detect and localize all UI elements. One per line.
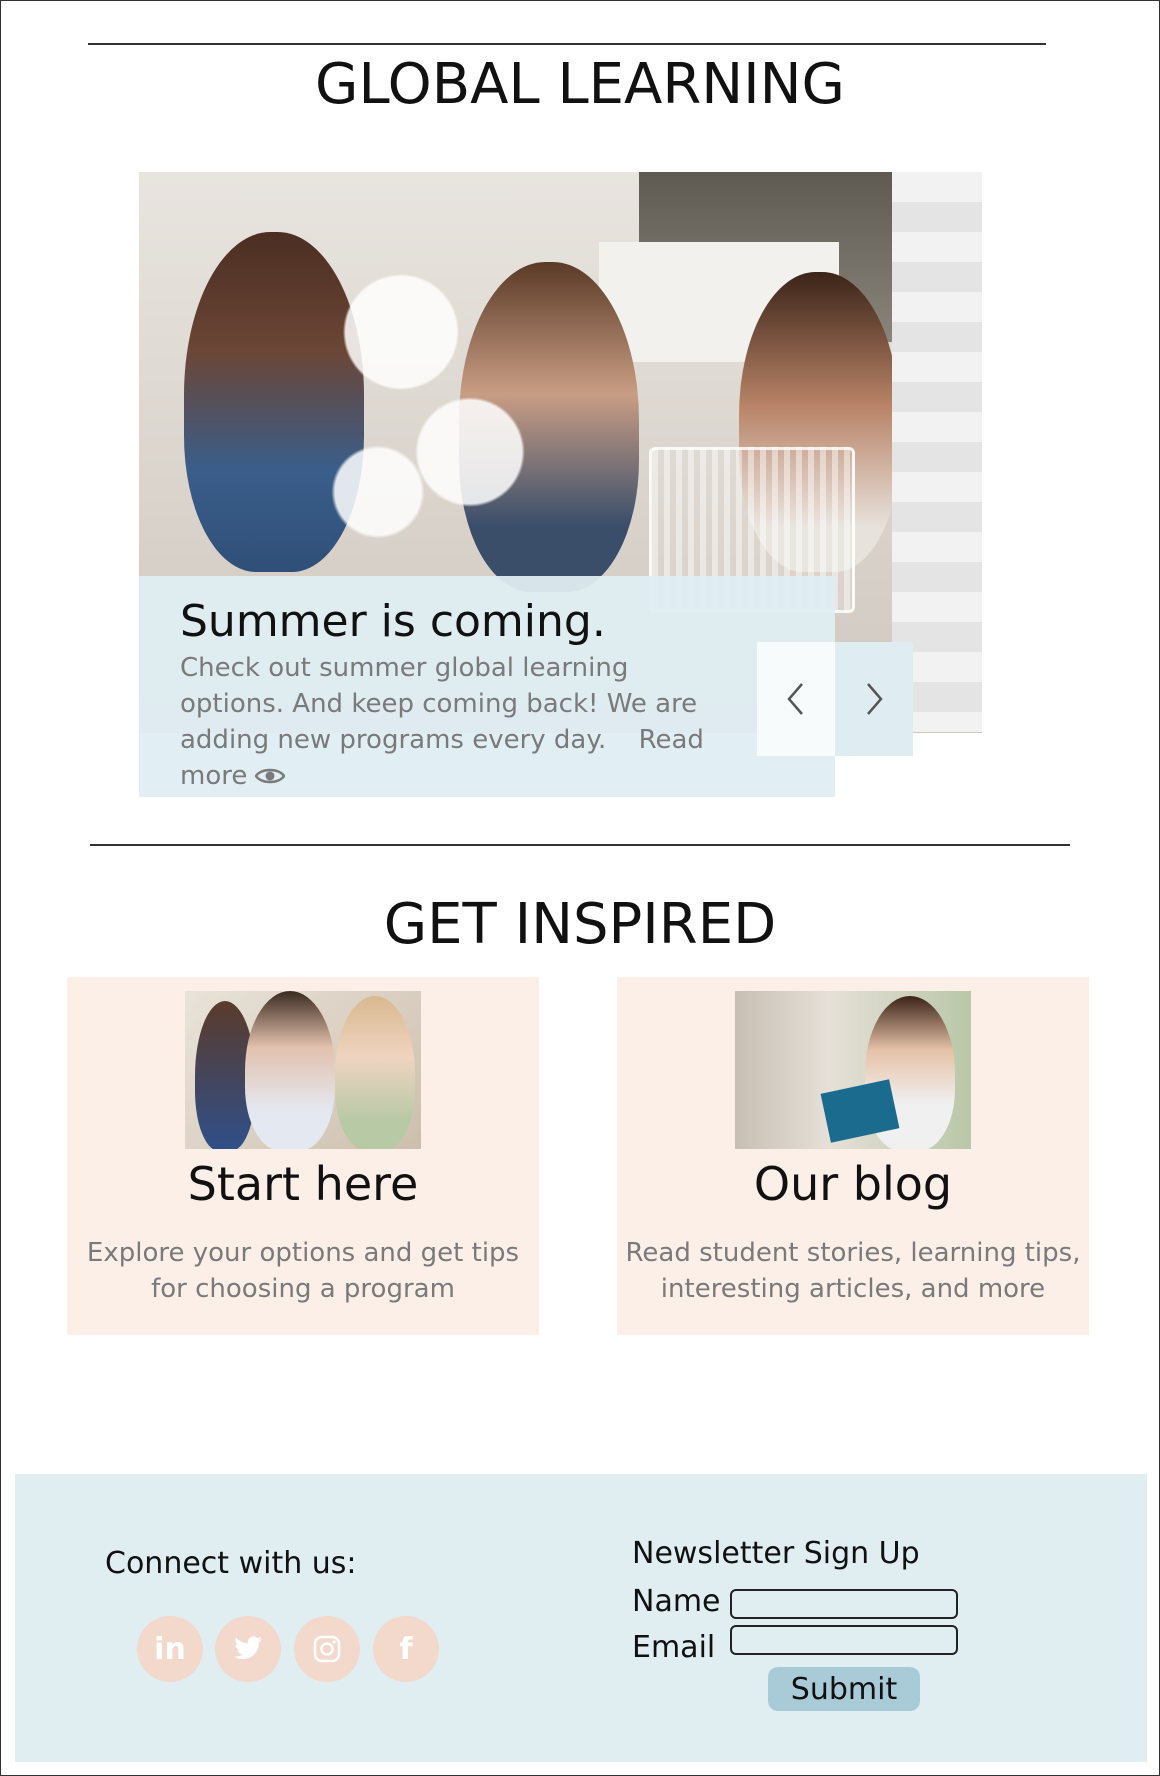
linkedin-button[interactable]: in <box>137 1616 203 1682</box>
card-description-line: Explore your options and get tips <box>86 1238 520 1268</box>
carousel-next-button[interactable] <box>835 642 913 756</box>
hero-description: Check out summer global learning options… <box>180 653 698 755</box>
carousel-prev-button[interactable] <box>757 642 835 756</box>
eye-icon <box>255 768 286 784</box>
connect-label: Connect with us: <box>105 1546 357 1581</box>
hero-sculpture <box>309 172 539 572</box>
facebook-icon: f <box>399 1631 413 1667</box>
chevron-right-icon <box>867 683 883 715</box>
top-divider <box>88 43 1046 45</box>
email-input[interactable] <box>730 1625 958 1655</box>
instagram-button[interactable] <box>294 1616 360 1682</box>
instagram-icon <box>313 1635 341 1663</box>
card-our-blog[interactable]: Our blog Read student stories, learning … <box>617 977 1089 1335</box>
submit-button[interactable]: Submit <box>768 1667 920 1711</box>
section-divider <box>90 844 1070 846</box>
twitter-icon <box>234 1636 262 1660</box>
section-title-get-inspired: GET INSPIRED <box>383 892 777 957</box>
linkedin-icon: in <box>154 1631 186 1667</box>
name-input[interactable] <box>730 1589 958 1619</box>
card-person <box>335 996 415 1149</box>
card-person <box>245 991 335 1149</box>
footer <box>15 1474 1147 1762</box>
page-title: GLOBAL LEARNING <box>315 52 845 117</box>
card-image <box>735 991 971 1149</box>
hero-heading: Summer is coming. <box>180 596 606 647</box>
card-image <box>185 991 421 1149</box>
facebook-button[interactable]: f <box>373 1616 439 1682</box>
card-description: Explore your options and get tips for ch… <box>67 1235 539 1307</box>
card-description-line: Read student stories, learning tips, <box>625 1238 1081 1268</box>
twitter-button[interactable] <box>215 1616 281 1682</box>
card-description-line: interesting articles, and more <box>660 1274 1046 1304</box>
hero-text: Check out summer global learning options… <box>180 650 740 794</box>
card-title: Start here <box>187 1157 419 1211</box>
card-title: Our blog <box>753 1157 953 1211</box>
card-start-here[interactable]: Start here Explore your options and get … <box>67 977 539 1335</box>
newsletter-title: Newsletter Sign Up <box>632 1536 920 1571</box>
email-label: Email <box>632 1630 716 1665</box>
card-description: Read student stories, learning tips, int… <box>617 1235 1089 1307</box>
chevron-left-icon <box>787 683 803 715</box>
card-description-line: for choosing a program <box>151 1274 455 1304</box>
name-label: Name <box>632 1584 721 1619</box>
